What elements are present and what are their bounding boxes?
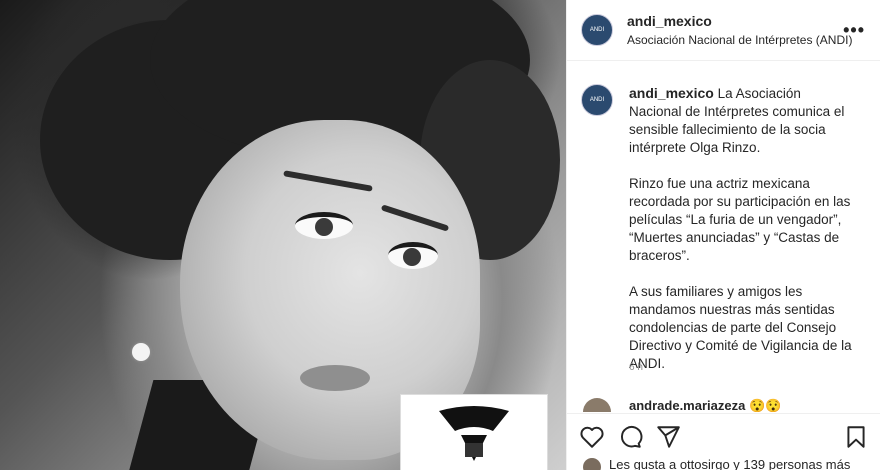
post-side-panel: ANDI andi_mexico Asociación Nacional de …: [566, 0, 880, 470]
likes-text[interactable]: Les gusta a ottosirgo y 139 personas más: [609, 457, 850, 470]
photo-eye-right: [388, 242, 438, 269]
post-header: ANDI andi_mexico Asociación Nacional de …: [567, 0, 880, 61]
caption-username[interactable]: andi_mexico: [629, 85, 714, 101]
profile-avatar[interactable]: ANDI: [581, 14, 613, 46]
photo-lips: [300, 365, 370, 391]
more-options-icon[interactable]: •••: [843, 20, 865, 41]
caption-paragraph-1: andi_mexico La Asociación Nacional de In…: [629, 84, 857, 157]
caption-paragraph-3: A sus familiares y amigos les mandamos n…: [629, 284, 852, 371]
comment-row: andrade.mariazeza 😯😯: [583, 398, 873, 412]
header-username[interactable]: andi_mexico: [627, 13, 852, 29]
post-photo[interactable]: [0, 0, 566, 470]
avatar-text: ANDI: [589, 27, 605, 33]
commenter-avatar[interactable]: [583, 398, 611, 412]
liker-avatar[interactable]: [583, 458, 601, 470]
caption-paragraph-2: Rinzo fue una actriz mexicana recordada …: [629, 176, 851, 263]
heart-icon[interactable]: [579, 424, 605, 450]
post-timestamp[interactable]: 6 h: [629, 362, 643, 373]
andi-logo-card: [400, 394, 548, 470]
bookmark-icon[interactable]: [843, 424, 869, 450]
bowtie-logo-icon: [439, 406, 509, 461]
photo-earring: [132, 343, 150, 361]
header-text: andi_mexico Asociación Nacional de Intér…: [627, 13, 852, 47]
photo-eye-left: [295, 212, 353, 239]
commenter-username[interactable]: andrade.mariazeza 😯😯: [629, 398, 781, 412]
header-subtitle[interactable]: Asociación Nacional de Intérpretes (ANDI…: [627, 33, 852, 47]
caption-avatar[interactable]: ANDI: [581, 84, 613, 116]
post-caption: andi_mexico La Asociación Nacional de In…: [629, 84, 857, 391]
action-bar: [567, 413, 880, 456]
likes-row: Les gusta a ottosirgo y 139 personas más: [583, 456, 873, 470]
caption-avatar-text: ANDI: [589, 97, 605, 103]
comment-icon[interactable]: [617, 424, 643, 450]
share-icon[interactable]: [655, 424, 681, 450]
